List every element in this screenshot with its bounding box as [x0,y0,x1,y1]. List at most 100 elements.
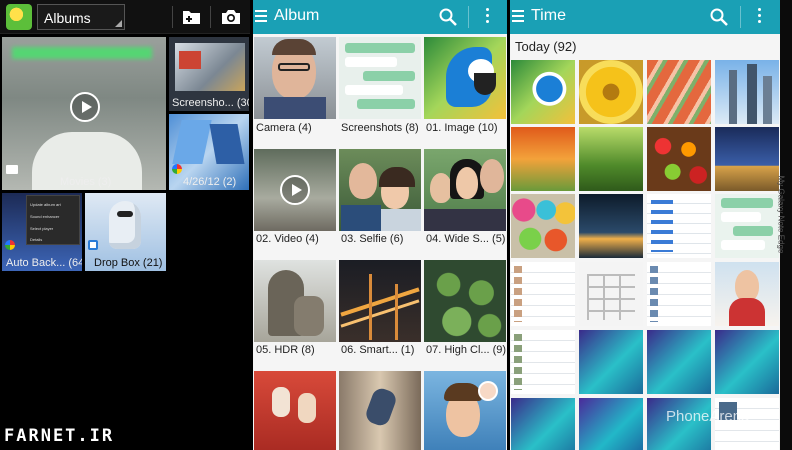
tile-art [117,211,133,217]
tile-label: Auto Back... (64) [6,257,82,269]
photo-thumb[interactable] [579,330,643,394]
tile-label: Screensho... (30) [172,97,249,109]
menu-icon[interactable] [255,10,267,25]
album-thumb-selfie[interactable] [339,149,421,231]
camera-button[interactable] [217,4,245,30]
thumb-art [424,209,506,231]
toolbar-divider [740,6,741,28]
photo-thumb[interactable] [715,330,779,394]
photo-thumb[interactable] [647,194,711,258]
album-thumb-high[interactable] [424,260,506,342]
photo-thumb[interactable] [579,262,643,326]
time-toolbar: Time [510,0,780,34]
thumb-art [721,240,765,250]
thumb-art [381,209,421,231]
thumb-art [474,73,496,95]
time-panel: Time Today (92) [510,0,780,450]
add-folder-button[interactable] [178,4,206,30]
thumb-art [721,212,761,222]
album-toolbar: Album [253,0,507,34]
photo-thumb[interactable] [511,127,575,191]
context-menu: Update album art Sound enhancer Select p… [26,195,80,245]
edge-label: My Galaxy Note Edge [776,175,786,254]
photo-thumb[interactable] [647,127,711,191]
thumb-art [379,167,415,187]
album-label: Screenshots (8) [341,122,419,134]
album-tile-screenshots[interactable]: Screensho... (30) [169,37,249,111]
thumb-art [430,173,452,203]
album-thumb-image[interactable] [424,37,506,119]
page-title: Album [274,7,320,24]
thumb-art [369,274,372,340]
thumb-art [294,296,324,336]
photo-thumb[interactable] [579,194,643,258]
album-thumb-screenshots[interactable] [339,37,421,119]
tile-art [12,243,52,253]
photo-thumb[interactable] [511,262,575,326]
album-thumb-hdr[interactable] [254,260,336,342]
context-menu-item[interactable]: Sound enhancer [27,211,79,223]
album-label: Camera (4) [256,122,312,134]
album-panel: Album Camera (4) Screenshots (8) 01. Ima… [253,0,507,450]
album-thumb-camera[interactable] [254,37,336,119]
photo-thumb[interactable] [511,60,575,124]
album-label: 02. Video (4) [256,233,319,245]
more-options-icon[interactable] [486,8,490,26]
photo-thumb[interactable] [579,127,643,191]
photo-thumb[interactable] [579,60,643,124]
album-thumb-extra-3[interactable] [424,371,506,450]
more-options-icon[interactable] [758,8,762,26]
photo-thumb[interactable] [715,60,779,124]
tile-art [109,201,141,249]
dropdown-arrow-icon [115,20,122,27]
thumb-art [650,266,658,322]
thumb-art [357,99,415,109]
edge-screen-strip: My Galaxy Note Edge [776,0,792,450]
tile-art [12,47,152,59]
picasa-icon [5,240,15,250]
albums-panel: Albums Movies (3) Screensho... (30) 4/26… [0,0,250,450]
toolbar-divider [172,6,173,28]
album-tile-auto-backup[interactable]: Update album art Sound enhancer Select p… [2,193,82,271]
thumb-art [264,97,326,119]
photo-thumb[interactable] [579,398,643,450]
album-thumb-wide[interactable] [424,149,506,231]
photo-thumb[interactable] [511,194,575,258]
thumb-art [298,393,316,423]
photo-thumb[interactable] [647,330,711,394]
menu-icon[interactable] [512,10,524,25]
album-thumb-smart[interactable] [339,260,421,342]
thumb-art [721,198,773,208]
photo-thumb[interactable] [647,60,711,124]
thumb-art [729,70,737,124]
context-menu-item[interactable]: Select player [27,223,79,235]
tile-art [179,51,201,69]
photo-thumb[interactable] [511,330,575,394]
album-tile-date[interactable]: 4/26/12 (2) [169,114,249,190]
thumb-art [478,381,498,401]
photo-thumb[interactable] [715,127,779,191]
photo-thumb[interactable] [715,194,779,258]
album-thumb-extra-1[interactable] [254,371,336,450]
tile-label: Drop Box (21) [94,257,163,269]
spinner-label: Albums [44,10,91,26]
page-title: Time [531,7,566,24]
tile-label: 4/26/12 (2) [183,176,237,188]
context-menu-item[interactable]: Update album art [27,196,79,211]
tile-art [172,120,212,164]
album-tile-movies[interactable]: Movies (3) [2,37,166,190]
photo-thumb[interactable] [647,262,711,326]
gallery-app-icon[interactable] [6,4,32,30]
photo-thumb[interactable] [511,398,575,450]
album-label: 06. Smart... (1) [341,344,415,356]
view-spinner[interactable]: Albums [37,4,125,30]
toolbar-divider [468,6,469,28]
album-thumb-video[interactable] [254,149,336,231]
photo-thumb[interactable] [715,262,779,326]
thumb-art [363,71,415,81]
search-icon[interactable] [439,8,457,26]
album-thumb-extra-2[interactable] [339,371,421,450]
search-icon[interactable] [710,8,728,26]
album-tile-drop-box[interactable]: Drop Box (21) [85,193,166,271]
thumb-art [514,266,522,322]
